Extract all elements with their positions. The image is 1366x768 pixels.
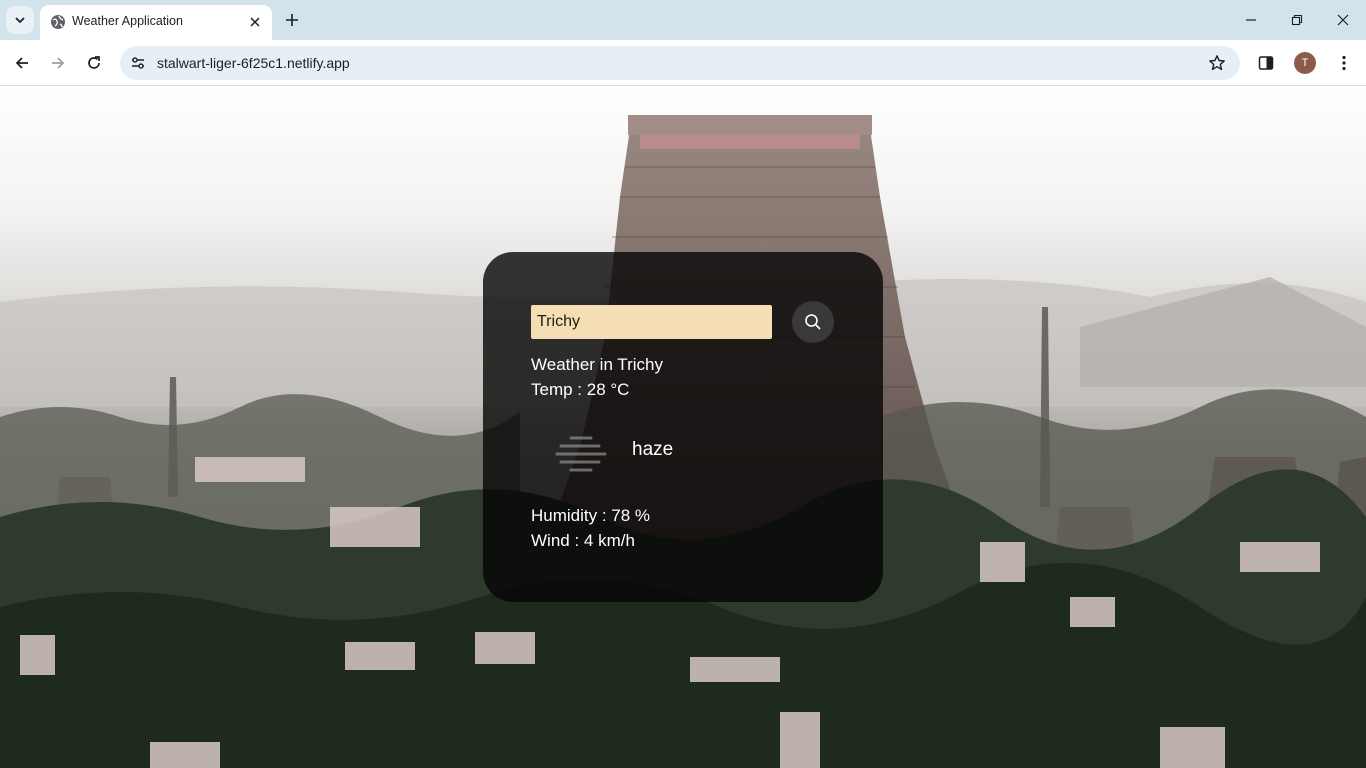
page-viewport: Weather in Trichy Temp : 28 °C haze Humi… xyxy=(0,87,1366,768)
star-icon xyxy=(1209,55,1225,71)
tab-weather-application[interactable]: Weather Application xyxy=(40,5,272,40)
close-icon xyxy=(250,17,260,27)
browser-menu-button[interactable] xyxy=(1332,51,1356,75)
tune-icon xyxy=(132,57,144,69)
wind-text: Wind : 4 km/h xyxy=(531,531,635,550)
site-info-button[interactable] xyxy=(128,53,148,73)
new-tab-button[interactable] xyxy=(280,8,304,32)
browser-toolbar: stalwart-liger-6f25c1.netlify.app T xyxy=(0,40,1366,86)
tab-title: Weather Application xyxy=(72,14,183,28)
kebab-menu-icon xyxy=(1342,55,1346,71)
forward-button[interactable] xyxy=(44,49,72,77)
url-text[interactable]: stalwart-liger-6f25c1.netlify.app xyxy=(157,55,350,71)
weather-card: Weather in Trichy Temp : 28 °C haze Humi… xyxy=(483,252,883,602)
close-window-button[interactable] xyxy=(1331,8,1355,32)
arrow-right-icon xyxy=(52,57,65,69)
humidity-text: Humidity : 78 % xyxy=(531,506,651,525)
address-bar[interactable]: stalwart-liger-6f25c1.netlify.app xyxy=(120,46,1240,80)
haze-icon xyxy=(555,436,607,472)
weather-heading: Weather in Trichy xyxy=(531,355,663,374)
weather-description: haze xyxy=(632,439,674,460)
restore-button[interactable] xyxy=(1285,8,1309,32)
temperature-text: Temp : 28 °C xyxy=(531,380,630,399)
search-button[interactable] xyxy=(792,301,834,343)
side-panel-icon xyxy=(1258,56,1274,70)
minimize-button[interactable] xyxy=(1239,8,1263,32)
back-button[interactable] xyxy=(8,49,36,77)
close-icon xyxy=(1337,14,1349,26)
side-panel-button[interactable] xyxy=(1254,51,1278,75)
chevron-down-icon xyxy=(15,17,25,24)
reload-icon xyxy=(88,56,100,69)
bookmark-button[interactable] xyxy=(1206,52,1228,74)
search-icon xyxy=(805,314,821,330)
tab-close-button[interactable] xyxy=(246,13,264,31)
plus-icon xyxy=(286,14,298,26)
minimize-icon xyxy=(1246,19,1256,21)
tab-strip: Weather Application xyxy=(0,0,1366,40)
city-search-input[interactable] xyxy=(531,305,772,339)
globe-icon xyxy=(51,15,65,29)
reload-button[interactable] xyxy=(80,49,108,77)
arrow-left-icon xyxy=(15,57,28,69)
profile-avatar[interactable]: T xyxy=(1294,52,1316,74)
tab-search-button[interactable] xyxy=(6,6,34,34)
restore-icon xyxy=(1291,14,1303,26)
